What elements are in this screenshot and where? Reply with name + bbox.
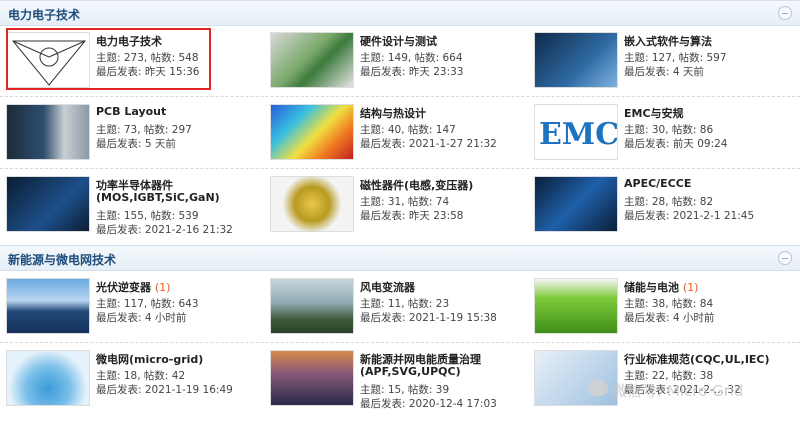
forum-name-subtitle[interactable]: (MOS,IGBT,SiC,GaN) bbox=[96, 191, 220, 204]
forum-item[interactable]: 新能源并网电能质量治理 (APF,SVG,UPQC) 主题: 15, 帖数: 39 最… bbox=[264, 346, 526, 414]
forum-item[interactable]: 储能与电池 (1) 主题: 38, 帖数: 84 最后发表: 4 小时前 bbox=[528, 274, 790, 342]
forum-topics-count: 主题: 15, 帖数: 39 bbox=[360, 384, 450, 396]
row-divider bbox=[0, 342, 800, 343]
forum-name-link[interactable]: 储能与电池 (1) bbox=[624, 279, 698, 295]
forum-last-post: 最后发表: 昨天 23:58 bbox=[360, 210, 464, 222]
forum-name-text[interactable]: 储能与电池 bbox=[624, 281, 679, 294]
forum-topics-count: 主题: 127, 帖数: 597 bbox=[624, 52, 727, 64]
forum-name-text[interactable]: EMC与安规 bbox=[624, 107, 684, 120]
forum-item[interactable]: EMC EMC与安规主题: 30, 帖数: 86 最后发表: 前天 09:24 bbox=[528, 100, 790, 168]
forum-name-text[interactable]: 微电网(micro-grid) bbox=[96, 353, 203, 366]
forum-last-post: 最后发表: 2021-1-27 21:32 bbox=[360, 138, 497, 150]
forum-topics-count: 主题: 155, 帖数: 539 bbox=[96, 210, 199, 222]
forum-last-post: 最后发表: 2021-1-19 16:49 bbox=[96, 384, 233, 396]
wind-turbine-thumb[interactable] bbox=[270, 278, 354, 334]
power-electronics-banner-thumb[interactable] bbox=[534, 176, 618, 232]
new-post-count: (1) bbox=[682, 281, 699, 294]
battery-thumb[interactable] bbox=[534, 278, 618, 334]
forum-name-link[interactable]: 微电网(micro-grid) bbox=[96, 351, 203, 367]
forum-topics-count: 主题: 38, 帖数: 84 bbox=[624, 298, 714, 310]
forum-name-link[interactable]: 光伏逆变器 (1) bbox=[96, 279, 170, 295]
emc-logo-thumb[interactable]: EMC bbox=[534, 104, 618, 160]
forum-name-text[interactable]: PCB Layout bbox=[96, 105, 166, 118]
forum-name-link[interactable]: APEC/ECCE bbox=[624, 177, 691, 190]
forum-last-post: 最后发表: 2021-1-19 15:38 bbox=[360, 312, 497, 324]
forum-item[interactable]: 风电变流器主题: 11, 帖数: 23 最后发表: 2021-1-19 15:38 bbox=[264, 274, 526, 342]
forum-last-post: 最后发表: 4 天前 bbox=[624, 66, 704, 78]
forum-last-post: 最后发表: 2021-2-16 21:32 bbox=[96, 224, 233, 236]
section-header-new-energy: 新能源与微电网技术 bbox=[0, 245, 800, 271]
forum-topics-count: 主题: 31, 帖数: 74 bbox=[360, 196, 450, 208]
highlight-annotation-box bbox=[6, 28, 211, 90]
forum-last-post: 最后发表: 前天 09:24 bbox=[624, 138, 728, 150]
forum-name-link[interactable]: 结构与热设计 bbox=[360, 105, 426, 121]
forum-name-text[interactable]: 磁性器件(电感,变压器) bbox=[360, 179, 473, 192]
section-title: 新能源与微电网技术 bbox=[8, 253, 117, 267]
forum-topics-count: 主题: 11, 帖数: 23 bbox=[360, 298, 450, 310]
forum-topics-count: 主题: 28, 帖数: 82 bbox=[624, 196, 714, 208]
forum-last-post: 最后发表: 2020-12-4 17:03 bbox=[360, 398, 497, 410]
forum-item[interactable]: 光伏逆变器 (1) 主题: 117, 帖数: 643 最后发表: 4 小时前 bbox=[0, 274, 262, 342]
transformer-thumb[interactable] bbox=[270, 176, 354, 232]
forum-name-link[interactable]: 嵌入式软件与算法 bbox=[624, 33, 712, 49]
forum-last-post: 最后发表: 2021-2-1 21:45 bbox=[624, 210, 755, 222]
forum-topics-count: 主题: 117, 帖数: 643 bbox=[96, 298, 199, 310]
forum-name-text[interactable]: 风电变流器 bbox=[360, 281, 415, 294]
forum-topics-count: 主题: 18, 帖数: 42 bbox=[96, 370, 186, 382]
new-post-count: (1) bbox=[154, 281, 171, 294]
power-grid-thumb[interactable] bbox=[270, 350, 354, 406]
keyboard-code-thumb[interactable] bbox=[534, 32, 618, 88]
circuit-board-thumb[interactable] bbox=[270, 32, 354, 88]
microgrid-globe-thumb[interactable] bbox=[6, 350, 90, 406]
semiconductor-chip-thumb[interactable] bbox=[6, 176, 90, 232]
forum-topics-count: 主题: 149, 帖数: 664 bbox=[360, 52, 463, 64]
forum-last-post: 最后发表: 5 天前 bbox=[96, 138, 176, 150]
forum-topics-count: 主题: 40, 帖数: 147 bbox=[360, 124, 456, 136]
forum-name-subtitle[interactable]: (APF,SVG,UPQC) bbox=[360, 365, 461, 378]
standards-thumb[interactable] bbox=[534, 350, 618, 406]
thermal-simulation-thumb[interactable] bbox=[270, 104, 354, 160]
forum-name-text[interactable]: 嵌入式软件与算法 bbox=[624, 35, 712, 48]
wechat-icon bbox=[588, 380, 608, 396]
forum-topics-count: 主题: 30, 帖数: 86 bbox=[624, 124, 714, 136]
collapse-icon[interactable] bbox=[778, 251, 792, 265]
pcb-engineer-thumb[interactable] bbox=[6, 104, 90, 160]
forum-name-text[interactable]: APEC/ECCE bbox=[624, 177, 691, 190]
forum-name-text[interactable]: 硬件设计与测试 bbox=[360, 35, 437, 48]
forum-item[interactable]: 结构与热设计主题: 40, 帖数: 147 最后发表: 2021-1-27 21:… bbox=[264, 100, 526, 168]
forum-last-post: 最后发表: 4 小时前 bbox=[96, 312, 187, 324]
forum-item[interactable]: 嵌入式软件与算法主题: 127, 帖数: 597 最后发表: 4 天前 bbox=[528, 28, 790, 96]
forum-topics-count: 主题: 73, 帖数: 297 bbox=[96, 124, 192, 136]
forum-name-link[interactable]: 风电变流器 bbox=[360, 279, 415, 295]
forum-item[interactable]: PCB Layout 主题: 73, 帖数: 297 最后发表: 5 天前 bbox=[0, 100, 262, 168]
forum-item[interactable]: APEC/ECCE 主题: 28, 帖数: 82 最后发表: 2021-2-1 21… bbox=[528, 172, 790, 240]
watermark: 微信号: Micro Grid bbox=[612, 382, 744, 400]
forum-last-post: 最后发表: 4 小时前 bbox=[624, 312, 715, 324]
forum-item[interactable]: 硬件设计与测试主题: 149, 帖数: 664 最后发表: 昨天 23:33 bbox=[264, 28, 526, 96]
forum-item[interactable]: 功率半导体器件 (MOS,IGBT,SiC,GaN) 主题: 155, 帖数: 53… bbox=[0, 172, 262, 240]
forum-name-link[interactable]: EMC与安规 bbox=[624, 105, 684, 121]
forum-last-post: 最后发表: 昨天 23:33 bbox=[360, 66, 464, 78]
row-divider bbox=[0, 168, 800, 169]
forum-name-link[interactable]: 行业标准规范(CQC,UL,IEC) bbox=[624, 351, 770, 367]
forum-name-link[interactable]: 硬件设计与测试 bbox=[360, 33, 437, 49]
forum-item[interactable]: 微电网(micro-grid) 主题: 18, 帖数: 42 最后发表: 2021-… bbox=[0, 346, 262, 414]
row-divider bbox=[0, 96, 800, 97]
collapse-icon[interactable] bbox=[778, 6, 792, 20]
section-header-power-electronics: 电力电子技术 bbox=[0, 0, 800, 26]
forum-name-text[interactable]: 行业标准规范(CQC,UL,IEC) bbox=[624, 353, 770, 366]
forum-item[interactable]: 磁性器件(电感,变压器) 主题: 31, 帖数: 74 最后发表: 昨天 23:58 bbox=[264, 172, 526, 240]
forum-name-link[interactable]: PCB Layout bbox=[96, 105, 166, 118]
forum-name-link[interactable]: 磁性器件(电感,变压器) bbox=[360, 177, 473, 193]
solar-panel-thumb[interactable] bbox=[6, 278, 90, 334]
section-title: 电力电子技术 bbox=[8, 8, 81, 22]
forum-name-text[interactable]: 光伏逆变器 bbox=[96, 281, 151, 294]
forum-name-text[interactable]: 结构与热设计 bbox=[360, 107, 426, 120]
